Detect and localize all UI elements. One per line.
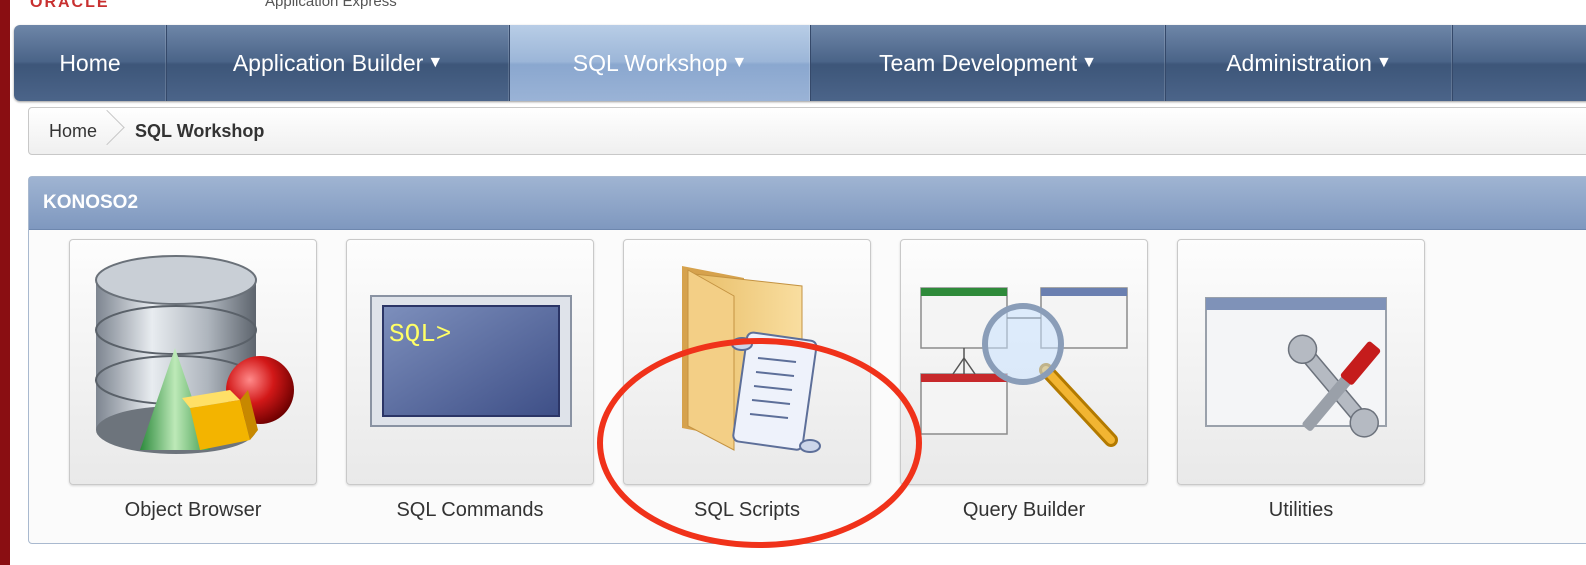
chevron-down-icon: ▼ [731, 54, 748, 71]
tile-object-browser[interactable]: Object Browser [49, 237, 317, 537]
tile-query-builder[interactable]: Query Builder [880, 237, 1148, 537]
sql-prompt-text: SQL> [389, 319, 451, 349]
tab-administration-label: Administration [1226, 49, 1372, 76]
tab-home-label: Home [59, 49, 121, 76]
tile-utilities[interactable]: Utilities [1157, 237, 1425, 537]
tile-sql-commands-label: SQL Commands [396, 499, 544, 521]
header-title-fragment: Application Express [265, 0, 397, 10]
utilities-tools-icon [1205, 297, 1387, 438]
top-header-strip: ORACLE Application Express [10, 0, 1586, 14]
database-objects-icon [95, 255, 294, 454]
breadcrumb-home-link[interactable]: Home [49, 121, 97, 142]
chevron-down-icon: ▼ [1081, 54, 1097, 71]
tab-sql-workshop[interactable]: SQL Workshop ▼ [510, 25, 811, 101]
tile-sql-scripts[interactable]: SQL Scripts [603, 237, 871, 537]
tab-team-development[interactable]: Team Development ▼ [811, 25, 1166, 101]
main-nav-bar: Home Application Builder ▼ SQL Workshop … [14, 25, 1586, 101]
chevron-down-icon: ▼ [427, 54, 444, 71]
tile-sql-commands[interactable]: SQL> SQL Commands [326, 237, 594, 537]
tile-query-builder-box[interactable] [900, 239, 1148, 485]
tab-application-builder-label: Application Builder [232, 49, 424, 76]
region-title: KONOSO2 [29, 177, 1586, 230]
breadcrumb: Home SQL Workshop [28, 107, 1586, 155]
chevron-down-icon: ▼ [1375, 54, 1392, 71]
breadcrumb-current: SQL Workshop [135, 120, 265, 141]
tile-object-browser-box[interactable] [69, 239, 317, 485]
tile-object-browser-label: Object Browser [124, 499, 262, 521]
folder-script-icon [682, 266, 821, 453]
breadcrumb-separator-icon [103, 109, 117, 153]
tool-tiles: Object Browser SQL> SQL Commands SQL Scr… [29, 237, 1586, 537]
page: ORACLE Application Express Home Applicat… [10, 0, 1586, 565]
tile-sql-scripts-label: SQL Scripts [694, 499, 800, 521]
tab-sql-workshop-label: SQL Workshop [572, 49, 728, 76]
query-builder-magnifier-icon [920, 287, 1128, 447]
tile-utilities-box[interactable] [1177, 239, 1425, 485]
tile-sql-commands-box[interactable]: SQL> [346, 239, 594, 485]
tab-administration[interactable]: Administration ▼ [1166, 25, 1453, 101]
tab-application-builder[interactable]: Application Builder ▼ [167, 25, 510, 101]
tab-team-development-label: Team Development [879, 49, 1078, 76]
workspace-region: KONOSO2 Object Browser SQL> SQL Commands… [28, 176, 1586, 544]
sql-prompt-icon: SQL> [370, 295, 572, 427]
tile-query-builder-label: Query Builder [962, 499, 1086, 521]
tab-home[interactable]: Home [14, 25, 167, 101]
oracle-logo-fragment: ORACLE [30, 0, 110, 11]
tile-utilities-label: Utilities [1268, 499, 1334, 521]
tile-sql-scripts-box[interactable] [623, 239, 871, 485]
